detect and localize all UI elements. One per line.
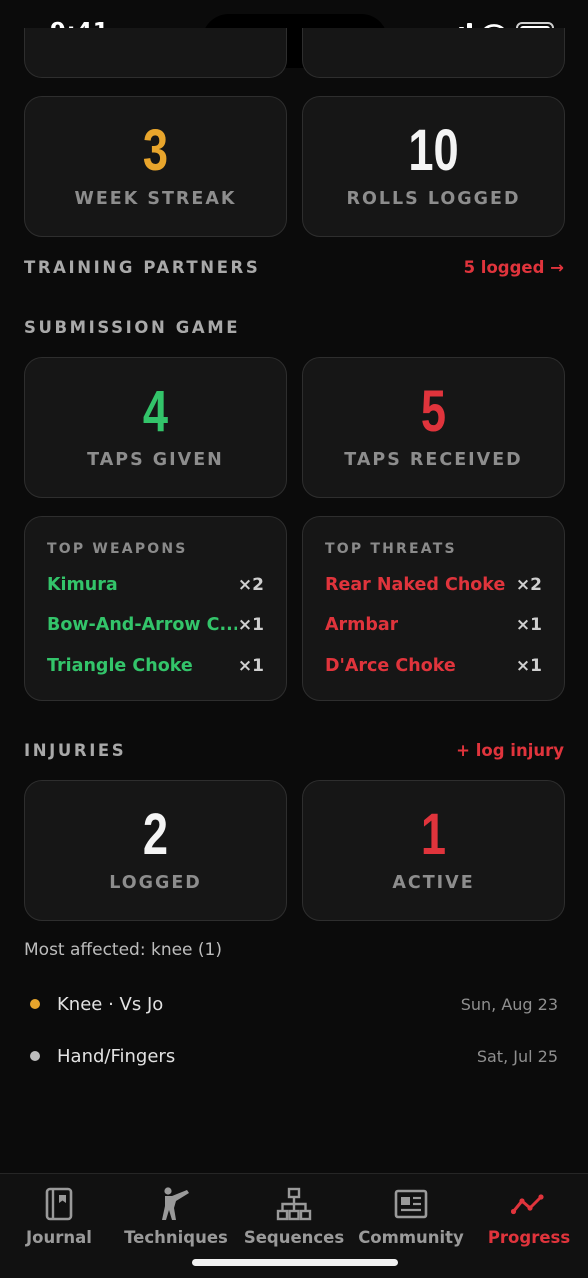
most-affected-text: Most affected: knee (1): [24, 940, 222, 960]
weapon-name: Bow-And-Arrow C...: [47, 615, 237, 635]
injuries-logged-card: 2 LOGGED: [24, 780, 287, 921]
scrolled-card-left: [24, 28, 287, 78]
list-item[interactable]: Triangle Choke ×1: [47, 653, 264, 679]
injuries-logged-label: LOGGED: [109, 873, 202, 893]
threat-count: ×1: [515, 656, 542, 676]
injury-date: Sun, Aug 23: [460, 994, 558, 1014]
tab-techniques[interactable]: Techniques: [117, 1186, 235, 1247]
rolls-logged-value: 10: [408, 118, 459, 183]
newspaper-icon: [394, 1189, 428, 1219]
injury-name: Hand/Fingers: [57, 1045, 176, 1067]
taps-received-value: 5: [420, 379, 447, 444]
status-dot: [30, 1051, 40, 1061]
tab-sequences[interactable]: Sequences: [235, 1186, 353, 1247]
tab-label: Community: [358, 1228, 464, 1247]
threat-name: Armbar: [325, 615, 399, 635]
injuries-active-label: ACTIVE: [392, 873, 475, 893]
threat-count: ×1: [515, 615, 542, 635]
taps-received-card: 5 TAPS RECEIVED: [302, 357, 565, 498]
weapon-count: ×1: [237, 656, 264, 676]
weapon-count: ×2: [237, 575, 264, 595]
taps-given-label: TAPS GIVEN: [87, 450, 224, 470]
list-item[interactable]: Kimura ×2: [47, 572, 264, 598]
list-item[interactable]: Bow-And-Arrow C... ×1: [47, 612, 264, 638]
weapon-name: Kimura: [47, 575, 118, 595]
injury-row[interactable]: Knee · Vs Jo Sun, Aug 23: [24, 990, 558, 1018]
taps-given-card: 4 TAPS GIVEN: [24, 357, 287, 498]
tab-label: Techniques: [124, 1228, 228, 1247]
top-weapons-card: TOP WEAPONS Kimura ×2 Bow-And-Arrow C...…: [24, 516, 287, 701]
weapon-count: ×1: [237, 615, 264, 635]
rolls-logged-label: ROLLS LOGGED: [346, 189, 521, 209]
tab-label: Progress: [487, 1228, 571, 1247]
weapon-name: Triangle Choke: [47, 656, 193, 676]
taps-received-label: TAPS RECEIVED: [344, 450, 523, 470]
injury-name: Knee · Vs Jo: [57, 993, 164, 1015]
top-threats-title: TOP THREATS: [325, 541, 457, 557]
injuries-active-card: 1 ACTIVE: [302, 780, 565, 921]
rolls-logged-card: 10 ROLLS LOGGED: [302, 96, 565, 237]
log-injury-link[interactable]: + log injury: [456, 741, 564, 760]
injury-row[interactable]: Hand/Fingers Sat, Jul 25: [24, 1042, 558, 1070]
status-dot: [30, 999, 40, 1009]
injuries-title: INJURIES: [24, 741, 127, 760]
injury-date: Sat, Jul 25: [476, 1046, 558, 1066]
scrolled-card-right: [302, 28, 565, 78]
list-item[interactable]: D'Arce Choke ×1: [325, 653, 542, 679]
journal-icon: [45, 1187, 73, 1221]
trend-line-icon: [511, 1194, 544, 1215]
threat-name: D'Arce Choke: [325, 656, 456, 676]
tab-progress[interactable]: Progress: [470, 1186, 588, 1247]
training-partners-title: TRAINING PARTNERS: [24, 258, 261, 277]
threat-name: Rear Naked Choke: [325, 575, 506, 595]
martial-arts-icon: [162, 1187, 189, 1220]
injuries-active-value: 1: [420, 802, 447, 867]
threat-count: ×2: [515, 575, 542, 595]
list-item[interactable]: Armbar ×1: [325, 612, 542, 638]
tab-community[interactable]: Community: [352, 1186, 470, 1247]
list-item[interactable]: Rear Naked Choke ×2: [325, 572, 542, 598]
training-partners-link[interactable]: 5 logged →: [464, 258, 564, 277]
tab-label: Journal: [26, 1228, 92, 1247]
tab-label: Sequences: [243, 1228, 345, 1247]
hierarchy-icon: [276, 1187, 312, 1221]
week-streak-card: 3 WEEK STREAK: [24, 96, 287, 237]
top-threats-card: TOP THREATS Rear Naked Choke ×2 Armbar ×…: [302, 516, 565, 701]
week-streak-label: WEEK STREAK: [74, 189, 237, 209]
top-weapons-title: TOP WEAPONS: [47, 541, 188, 557]
home-indicator: [192, 1259, 398, 1266]
tab-journal[interactable]: Journal: [0, 1186, 118, 1247]
injuries-logged-value: 2: [142, 802, 169, 867]
week-streak-value: 3: [142, 118, 169, 183]
taps-given-value: 4: [142, 379, 169, 444]
submission-game-title: SUBMISSION GAME: [24, 318, 241, 337]
